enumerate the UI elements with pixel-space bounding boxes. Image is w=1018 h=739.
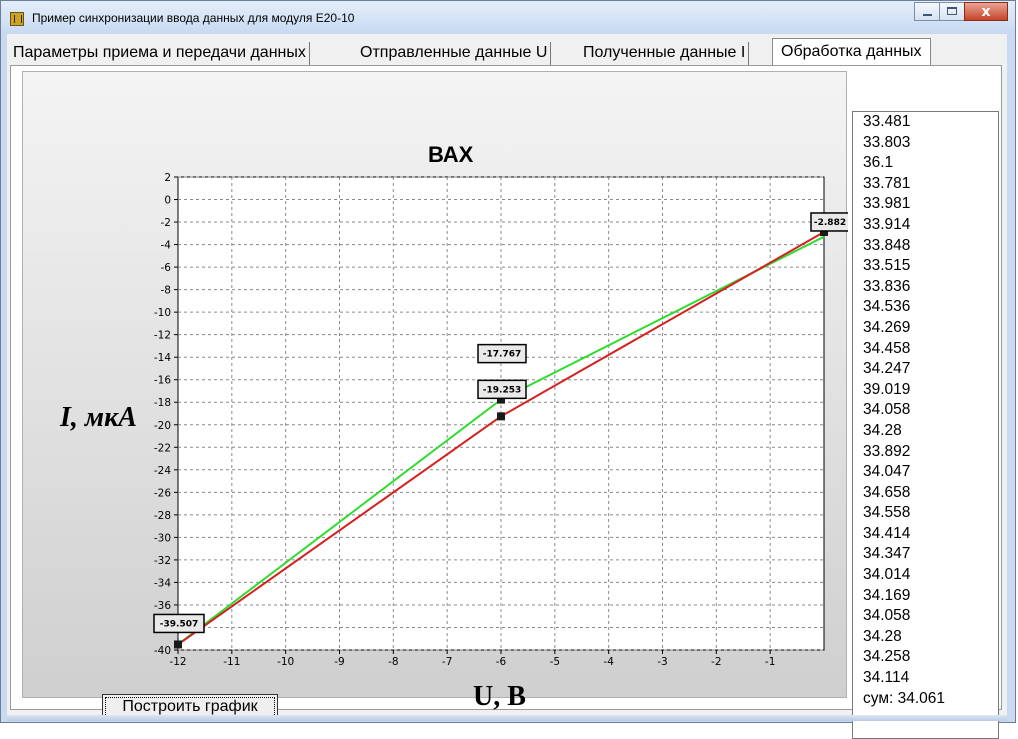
list-item[interactable]: 36.1 — [863, 153, 998, 174]
y-tick-label: -28 — [154, 510, 171, 522]
x-tick-label: -8 — [388, 656, 398, 668]
data-point-marker — [174, 640, 182, 649]
value-annotation-label: -39.507 — [160, 619, 198, 629]
value-annotation-label: -19.253 — [483, 385, 521, 395]
list-item[interactable]: 34.169 — [863, 586, 998, 607]
list-item[interactable]: 34.114 — [863, 668, 998, 689]
tab-sent-data[interactable]: Отправленные данные U — [357, 42, 552, 65]
x-tick-label: -2 — [711, 656, 721, 668]
list-item[interactable]: 33.481 — [863, 112, 998, 133]
processing-tab-page: 2 0 -2 -4 -6 -8 -10 -12 -14 -16 -18 -20 -22 -24 -26 -28… — [10, 65, 1002, 739]
list-item[interactable]: 34.558 — [863, 503, 998, 524]
y-tick-label: -8 — [161, 285, 171, 297]
y-tick-label: -6 — [161, 262, 172, 274]
list-item[interactable]: 34.247 — [863, 359, 998, 380]
y-tick-label: -2 — [161, 217, 171, 229]
list-item[interactable]: 33.836 — [863, 277, 998, 298]
list-item[interactable]: 34.28 — [863, 421, 998, 442]
x-tick-label: -11 — [223, 656, 240, 668]
app-icon — [10, 12, 24, 26]
list-sum-item[interactable]: сум: 34.061 — [863, 689, 998, 710]
x-axis-label: U, В — [473, 681, 526, 712]
list-item[interactable]: 34.269 — [863, 318, 998, 339]
y-tick-label: 0 — [164, 195, 171, 207]
x-tick-label: -1 — [765, 656, 775, 668]
x-tick-label: -6 — [496, 656, 507, 668]
y-tick-label: -16 — [154, 375, 171, 387]
list-item[interactable]: 33.892 — [863, 442, 998, 463]
tab-processing[interactable]: Обработка данных — [772, 38, 931, 66]
tab-received-data[interactable]: Полученные данные I — [580, 42, 750, 65]
data-point-marker — [497, 412, 505, 421]
list-item[interactable]: 34.347 — [863, 544, 998, 565]
x-tick-label: -3 — [657, 656, 667, 668]
tab-params[interactable]: Параметры приема и передачи данных — [10, 42, 310, 65]
window-title: Пример синхронизации ввода данных для мо… — [32, 11, 355, 25]
x-tick-label: -12 — [169, 656, 186, 668]
list-item[interactable]: 34.058 — [863, 606, 998, 627]
y-tick-label: -4 — [161, 240, 172, 252]
client-area: Параметры приема и передачи данных Отпра… — [7, 34, 1007, 739]
title-bar[interactable]: Пример синхронизации ввода данных для мо… — [1, 1, 1015, 35]
list-item[interactable]: 34.414 — [863, 524, 998, 545]
value-annotation-label: -17.767 — [483, 350, 521, 360]
list-item[interactable]: 34.014 — [863, 565, 998, 586]
close-icon: x — [981, 4, 991, 20]
y-tick-label: -20 — [154, 420, 171, 432]
y-tick-label: -32 — [154, 555, 171, 567]
x-tick-label: -7 — [442, 656, 452, 668]
x-tick-label: -10 — [277, 656, 294, 668]
y-tick-label: -40 — [154, 645, 171, 657]
y-tick-label: -18 — [154, 397, 171, 409]
x-tick-label: -4 — [603, 656, 614, 668]
list-item[interactable]: 34.536 — [863, 297, 998, 318]
close-button[interactable]: x — [964, 2, 1008, 21]
list-item[interactable]: 33.515 — [863, 256, 998, 277]
list-item[interactable]: 34.658 — [863, 483, 998, 504]
y-axis-label: I, мкА — [60, 402, 137, 433]
y-tick-label: -14 — [154, 352, 171, 364]
minimize-button[interactable] — [914, 2, 940, 21]
list-item[interactable]: 33.803 — [863, 133, 998, 154]
y-tick-label: -34 — [154, 577, 171, 589]
y-tick-label: -36 — [154, 600, 171, 612]
window-bottom-border — [7, 715, 1007, 721]
value-annotation-label: -2.882 — [814, 218, 846, 228]
y-tick-label: -12 — [154, 330, 171, 342]
results-listbox[interactable]: 33.481 33.803 36.1 33.781 33.981 33.914 33.848… — [852, 111, 999, 739]
list-item[interactable]: 34.28 — [863, 627, 998, 648]
list-item[interactable]: 39.019 — [863, 380, 998, 401]
list-item[interactable]: 34.058 — [863, 400, 998, 421]
list-item[interactable]: 33.848 — [863, 236, 998, 257]
window-controls: x — [914, 2, 1008, 21]
x-tick-label: -9 — [334, 656, 344, 668]
chart-panel: 2 0 -2 -4 -6 -8 -10 -12 -14 -16 -18 -20 -22 -24 -26 -28… — [22, 71, 848, 720]
y-tick-label: 2 — [164, 172, 171, 184]
list-item[interactable]: 34.458 — [863, 339, 998, 360]
y-tick-label: -24 — [154, 465, 171, 477]
list-item[interactable]: 33.981 — [863, 194, 998, 215]
list-item[interactable]: 34.047 — [863, 462, 998, 483]
tab-strip: Параметры приема и передачи данных Отпра… — [7, 34, 1007, 66]
y-tick-label: -22 — [154, 442, 171, 454]
list-item[interactable]: 33.781 — [863, 174, 998, 195]
maximize-button[interactable] — [939, 2, 965, 21]
y-tick-label: -30 — [154, 532, 171, 544]
chart-title: ВАХ — [428, 142, 474, 167]
x-tick-label: -5 — [550, 656, 560, 668]
y-tick-label: -10 — [154, 307, 171, 319]
list-item[interactable]: 33.914 — [863, 215, 998, 236]
results-list: 33.481 33.803 36.1 33.781 33.981 33.914 33.848… — [853, 112, 998, 709]
list-item[interactable]: 34.258 — [863, 647, 998, 668]
y-tick-label: -26 — [154, 487, 171, 499]
